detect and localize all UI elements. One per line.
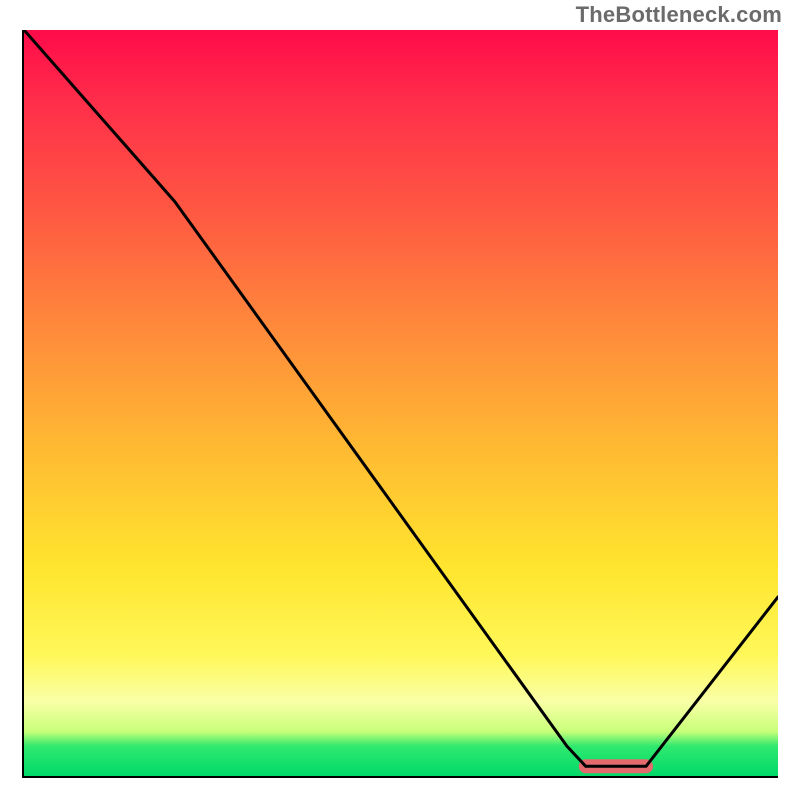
plot-svg <box>24 30 778 776</box>
attribution-label: TheBottleneck.com <box>576 2 782 28</box>
chart-container: TheBottleneck.com <box>0 0 800 800</box>
plot-area <box>22 30 778 778</box>
bottleneck-curve <box>24 30 778 766</box>
